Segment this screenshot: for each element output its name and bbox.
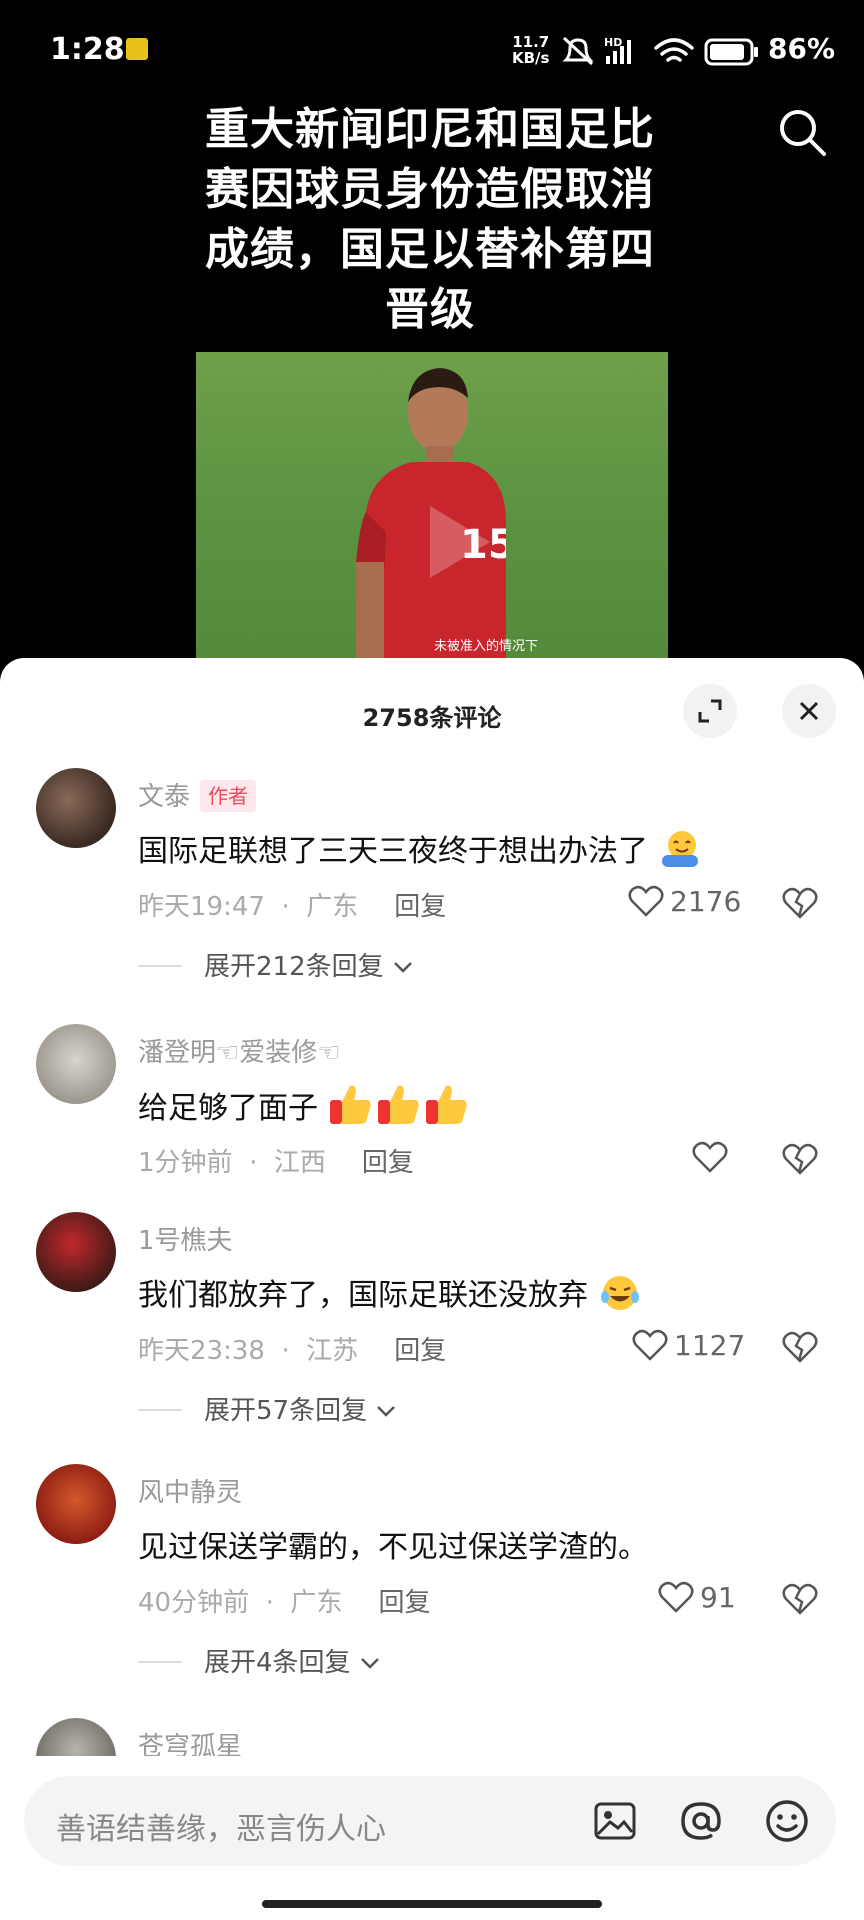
comment-meta: 昨天23:38 · 江苏 回复 [138, 1336, 447, 1366]
at-icon [681, 1802, 721, 1840]
avatar[interactable] [36, 768, 116, 848]
laughing-emoji-icon [600, 1276, 639, 1310]
battery-percent: 86% [768, 32, 836, 65]
avatar[interactable] [36, 1464, 116, 1544]
heart-icon [632, 1329, 668, 1361]
app-notification-icon [126, 38, 148, 60]
like-count: 2176 [670, 884, 742, 918]
comments-sheet: 2758条评论 文泰 作者 国际足联想了三天三夜终于想出办法了 昨天19:47 … [0, 658, 864, 1920]
like-button[interactable]: 1127 [632, 1328, 745, 1362]
video-subtitle: 未被准入的情况下 [433, 639, 538, 654]
dislike-button[interactable] [782, 1582, 818, 1620]
chevron-down-icon [360, 1658, 379, 1669]
image-button[interactable] [590, 1796, 640, 1846]
comment-text: 我们都放弃了，国际足联还没放弃 [138, 1270, 642, 1314]
comment-text: 见过保送学霸的，不见过保送学渣的。 [138, 1530, 648, 1565]
search-button[interactable] [776, 106, 828, 158]
comment-text: 国际足联想了三天三夜终于想出办法了 [138, 826, 702, 870]
like-count: 1127 [674, 1328, 746, 1362]
status-time: 1:28 [50, 32, 125, 67]
like-button[interactable]: 2176 [628, 884, 741, 918]
reply-button[interactable]: 回复 [394, 892, 446, 922]
wifi-icon [654, 38, 694, 62]
smiley-icon [766, 1800, 808, 1842]
video-headline: 重大新闻印尼和国足比赛因球员身份造假取消成绩，国足以替补第四晋级 [205, 104, 655, 335]
close-icon [799, 701, 819, 721]
broken-heart-icon [782, 1583, 818, 1615]
thumbs-up-emoji-icon [329, 1085, 467, 1124]
comment-username[interactable]: 潘登明☜爱装修☜ [138, 1032, 341, 1069]
avatar[interactable] [36, 1212, 116, 1292]
reply-button[interactable]: 回复 [362, 1148, 414, 1178]
expand-sheet-button[interactable] [683, 684, 737, 738]
like-button[interactable]: 91 [658, 1580, 736, 1614]
avatar[interactable] [36, 1024, 116, 1104]
heart-icon [658, 1581, 694, 1613]
expand-icon [698, 699, 722, 723]
dislike-button[interactable] [782, 1142, 818, 1180]
heart-icon [692, 1141, 728, 1173]
reply-button[interactable]: 回复 [394, 1336, 446, 1366]
comment-username[interactable]: 风中静灵 [138, 1472, 242, 1509]
expand-replies[interactable]: 展开4条回复 [138, 1642, 381, 1679]
video-player[interactable]: 15 未被准入的情况下 [196, 352, 668, 660]
comment-meta: 1分钟前 · 江西 回复 [138, 1148, 414, 1178]
comment-meta: 40分钟前 · 广东 回复 [138, 1588, 431, 1618]
reply-button[interactable]: 回复 [378, 1588, 430, 1618]
hd-label: HD [604, 36, 622, 49]
battery-icon [704, 38, 758, 66]
expand-replies[interactable]: 展开212条回复 [138, 946, 414, 983]
dislike-button[interactable] [782, 886, 818, 924]
comment-username[interactable]: 1号樵夫 [138, 1220, 233, 1257]
heart-icon [628, 885, 664, 917]
emoji-button[interactable] [762, 1796, 812, 1846]
comment-input-placeholder: 善语结善缘，恶言伤人心 [56, 1812, 386, 1847]
mute-icon [562, 36, 594, 66]
like-button[interactable] [692, 1140, 734, 1174]
broken-heart-icon [782, 1331, 818, 1363]
close-sheet-button[interactable] [782, 684, 836, 738]
network-speed: 11.7 KB/s [512, 33, 550, 67]
chevron-down-icon [394, 962, 412, 973]
comment-username[interactable]: 文泰 作者 [138, 776, 257, 813]
comment-meta: 昨天19:47 · 广东 回复 [138, 892, 447, 922]
play-icon[interactable] [424, 502, 494, 582]
mention-button[interactable] [676, 1796, 726, 1846]
comment-input[interactable]: 善语结善缘，恶言伤人心 [24, 1776, 836, 1866]
chevron-down-icon [377, 1406, 396, 1417]
search-icon [780, 110, 826, 156]
image-icon [594, 1802, 636, 1840]
status-bar: 1:28 11.7 KB/s HD 86% [0, 0, 864, 100]
comment-text: 给足够了面子 [138, 1082, 472, 1127]
expand-replies[interactable]: 展开57条回复 [138, 1390, 397, 1427]
broken-heart-icon [782, 1143, 818, 1175]
status-icons: HD [562, 36, 758, 66]
broken-heart-icon [782, 887, 818, 919]
home-indicator[interactable] [262, 1900, 602, 1908]
dislike-button[interactable] [782, 1330, 818, 1368]
hug-emoji-icon [661, 831, 698, 867]
like-count: 91 [700, 1580, 736, 1614]
author-badge: 作者 [200, 780, 257, 812]
